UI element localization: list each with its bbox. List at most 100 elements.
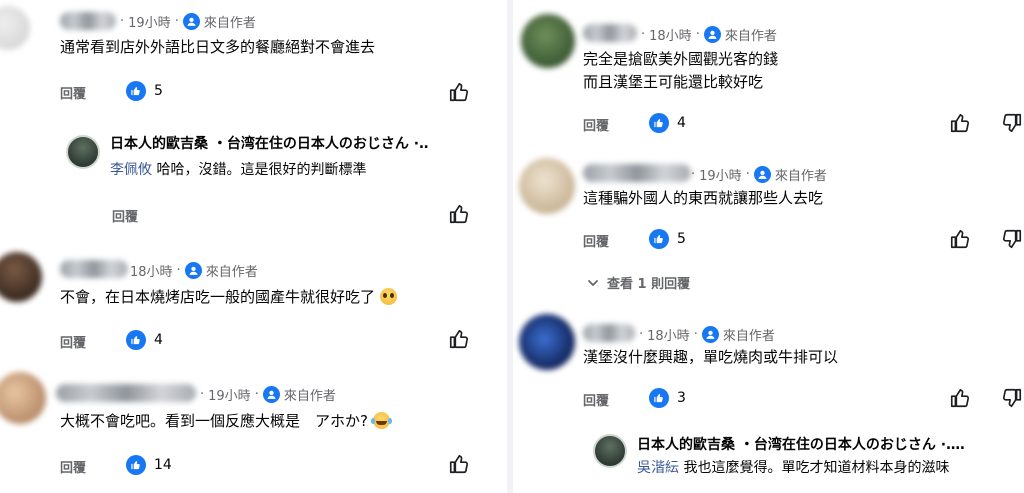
like-count: 14: [126, 455, 172, 475]
reply-button[interactable]: 回覆: [583, 115, 609, 134]
reply-button[interactable]: 回覆: [112, 206, 138, 225]
author-badge-label: 來自作者: [774, 169, 827, 184]
like-icon[interactable]: [448, 453, 470, 475]
commenter-name-blurred[interactable]: [583, 24, 637, 42]
chevron-down-icon: [588, 279, 598, 286]
like-reaction-icon: [126, 455, 146, 475]
avatar[interactable]: [0, 6, 30, 50]
like-icon[interactable]: [448, 203, 470, 225]
comment-text: 大概不會吃吧。看到一個反應大概是 アホか?: [60, 410, 392, 432]
avatar[interactable]: [0, 252, 42, 302]
reply-text: 李佩攸 哈哈，沒錯。這是很好的判斷標準: [110, 159, 366, 181]
comment-body: 大概不會吃吧。看到一個反應大概是 アホか?: [60, 412, 368, 430]
author-badge: 來自作者: [703, 25, 777, 44]
like-count: 5: [649, 229, 686, 249]
dot-separator: ·: [120, 14, 125, 29]
like-icon[interactable]: [448, 328, 470, 350]
author-badge-label: 來自作者: [724, 29, 777, 44]
commenter-name-blurred[interactable]: [583, 164, 691, 182]
comment-meta: · 19小時 · 來自作者: [691, 165, 827, 184]
like-reaction-icon: [126, 330, 146, 350]
dot-separator: ·: [693, 327, 698, 342]
reply-button[interactable]: 回覆: [60, 457, 86, 476]
comment-text: 不會，在日本燒烤店吃一般的國產牛就很好吃了: [60, 286, 397, 308]
like-reaction-icon: [649, 388, 669, 408]
right-comments-panel: · 18小時 · 來自作者 完全是搶歐美外國觀光客的錢 而且漢堡王可能還比較好吃…: [507, 0, 1024, 493]
laughing-tears-emoji-icon: [370, 412, 392, 429]
author-badge: 來自作者: [182, 12, 256, 31]
reply-text: 吳湝紜 我也這麼覺得。單吃才知道材料本身的滋味: [637, 457, 949, 479]
like-count-value: 5: [154, 83, 163, 99]
commenter-name-blurred[interactable]: [60, 12, 116, 30]
like-reaction-icon: [126, 81, 146, 101]
dot-separator: ·: [691, 167, 696, 182]
author-badge-label: 來自作者: [205, 265, 258, 280]
like-icon[interactable]: [949, 112, 971, 134]
dot-separator: ·: [639, 327, 644, 342]
like-count-value: 14: [154, 457, 172, 473]
author-icon: [703, 26, 721, 43]
comment-text: 通常看到店外外語比日文多的餐廳絕對不會進去: [60, 38, 376, 56]
like-count: 5: [126, 81, 163, 101]
reply-button[interactable]: 回覆: [583, 390, 609, 409]
author-avatar[interactable]: [66, 135, 100, 169]
comment-meta: · 19小時 · 來自作者: [120, 12, 256, 31]
comment-meta: · 18小時 · 來自作者: [639, 325, 775, 344]
reply-author-name[interactable]: 日本人的歐吉桑 ・台湾在住の日本人のおじさん ·‥‥: [637, 434, 965, 456]
comment-meta: 18小時 · 來自作者: [130, 261, 258, 280]
reply-button[interactable]: 回覆: [583, 231, 609, 250]
dislike-icon[interactable]: [1001, 112, 1023, 134]
reply-body: 哈哈，沒錯。這是很好的判斷標準: [152, 162, 367, 178]
dislike-icon[interactable]: [1001, 228, 1023, 250]
comment-time[interactable]: 18小時: [647, 325, 690, 344]
dot-separator: ·: [176, 263, 181, 278]
author-icon: [184, 262, 202, 279]
avatar[interactable]: [521, 14, 575, 68]
comment-time[interactable]: 19小時: [208, 385, 251, 404]
like-count-value: 4: [154, 332, 163, 348]
like-reaction-icon: [649, 229, 669, 249]
mention-link[interactable]: 吳湝紜: [637, 460, 679, 476]
view-replies-link[interactable]: 查看 1 則回覆: [587, 273, 690, 292]
like-icon[interactable]: [949, 228, 971, 250]
author-badge: 來自作者: [753, 165, 827, 184]
comment-meta: · 18小時 · 來自作者: [641, 25, 777, 44]
author-badge: 來自作者: [184, 261, 258, 280]
like-icon[interactable]: [949, 387, 971, 409]
comment-meta: · 19小時 · 來自作者: [200, 385, 336, 404]
like-icon[interactable]: [448, 81, 470, 103]
comment-time[interactable]: 18小時: [649, 25, 692, 44]
reply-button[interactable]: 回覆: [60, 332, 86, 351]
reply-author-name[interactable]: 日本人的歐吉桑 ・台湾在住の日本人のおじさん ·‥: [110, 133, 428, 155]
dot-separator: ·: [745, 167, 750, 182]
like-count: 3: [649, 388, 686, 408]
comment-body: 不會，在日本燒烤店吃一般的國產牛就很好吃了: [60, 288, 376, 306]
comment-text: 漢堡沒什麼興趣，單吃燒肉或牛排可以: [583, 348, 839, 366]
comment-time[interactable]: 19小時: [699, 165, 742, 184]
author-badge: 來自作者: [701, 325, 775, 344]
avatar[interactable]: [519, 314, 575, 370]
comment-time[interactable]: 19小時: [128, 12, 171, 31]
mention-link[interactable]: 李佩攸: [110, 162, 152, 178]
comment-text: 這種騙外國人的東西就讓那些人去吃: [583, 189, 824, 207]
commenter-name-blurred[interactable]: [60, 260, 128, 278]
dot-separator: ·: [254, 387, 259, 402]
author-avatar[interactable]: [593, 434, 627, 468]
author-badge-label: 來自作者: [283, 389, 336, 404]
commenter-name-blurred[interactable]: [56, 384, 196, 402]
pleading-face-emoji-icon: [379, 288, 397, 305]
reply-body: 我也這麼覺得。單吃才知道材料本身的滋味: [679, 460, 950, 476]
commenter-name-blurred[interactable]: [583, 324, 635, 342]
avatar[interactable]: [519, 158, 575, 214]
dislike-icon[interactable]: [1001, 387, 1023, 409]
like-count-value: 3: [677, 390, 686, 406]
comment-text-line2: 而且漢堡王可能還比較好吃: [583, 73, 764, 91]
comment-time[interactable]: 18小時: [130, 261, 173, 280]
avatar[interactable]: [0, 372, 46, 424]
author-badge: 來自作者: [262, 385, 336, 404]
reply-button[interactable]: 回覆: [60, 83, 86, 102]
author-icon: [753, 166, 771, 183]
comment-text-line1: 完全是搶歐美外國觀光客的錢: [583, 50, 779, 68]
dot-separator: ·: [641, 27, 646, 42]
author-badge-label: 來自作者: [722, 329, 775, 344]
